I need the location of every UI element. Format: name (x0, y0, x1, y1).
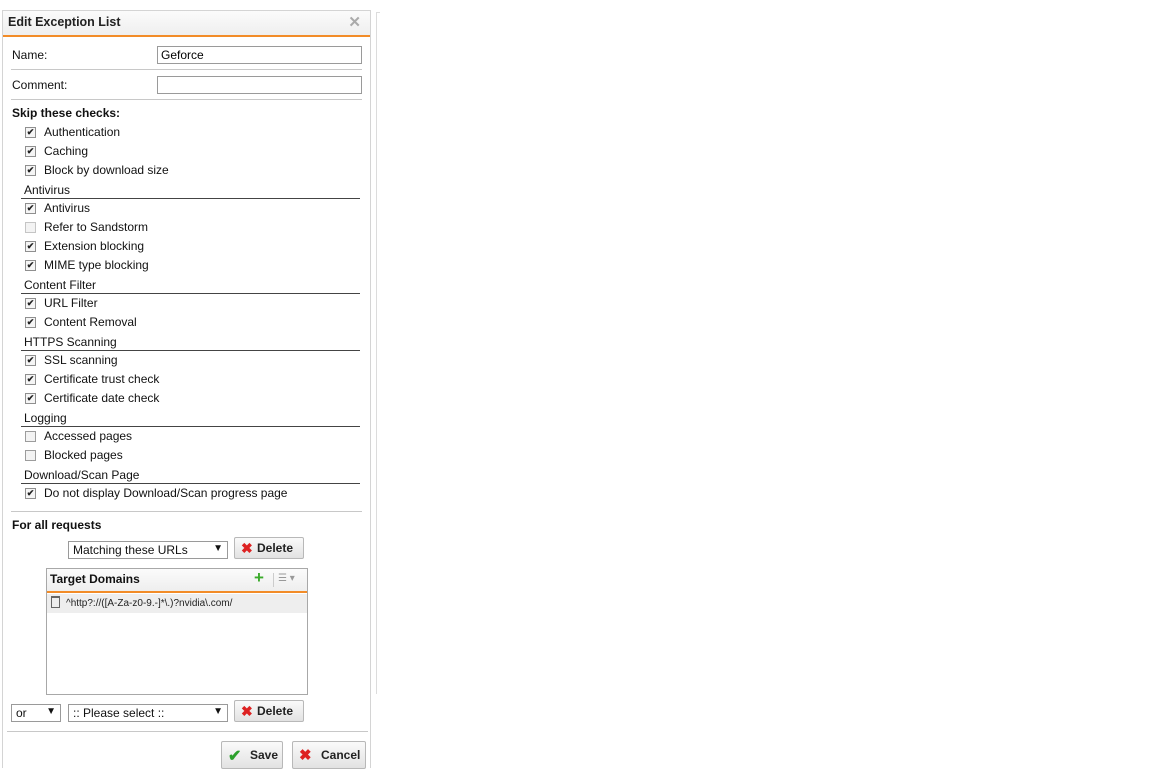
dialog-titlebar: Edit Exception List ✕ (3, 11, 370, 37)
group-header-download-scan-page: Download/Scan Page (21, 468, 360, 484)
checkbox-mime-type-blocking[interactable]: ✔ (25, 260, 36, 271)
checkbox-accessed-pages[interactable] (25, 431, 36, 442)
checkbox-label: Extension blocking (44, 239, 145, 253)
target-domains-title: Target Domains (50, 572, 140, 586)
divider (11, 99, 362, 100)
for-all-requests-title: For all requests (12, 518, 102, 532)
checkbox-label: Authentication (44, 125, 121, 139)
target-domains-header: Target Domains + ☰ ▾ (47, 568, 307, 593)
checkbox-certificate-date-check[interactable]: ✔ (25, 393, 36, 404)
checkbox-label: Certificate date check (44, 391, 160, 405)
connector-select[interactable]: or ▼ (11, 704, 61, 722)
checkbox-label: Block by download size (44, 163, 169, 177)
select-value: :: Please select :: (73, 706, 165, 720)
checkbox-ssl-scanning[interactable]: ✔ (25, 355, 36, 366)
checkbox-caching[interactable]: ✔ (25, 146, 36, 157)
group-header-logging: Logging (21, 411, 360, 427)
condition-select-2[interactable]: :: Please select :: ▼ (68, 704, 228, 722)
dropdown-arrow-icon: ▼ (46, 706, 56, 717)
check-icon: ✔ (228, 748, 242, 765)
group-title: Antivirus (24, 183, 71, 197)
edit-exception-dialog: Edit Exception List ✕ Name: Comment: Ski… (2, 10, 371, 769)
add-plus-icon[interactable]: + (254, 568, 264, 588)
side-divider-tick (376, 12, 380, 13)
group-title: Download/Scan Page (24, 468, 140, 482)
checkbox-label: URL Filter (44, 296, 98, 310)
list-menu-icon[interactable]: ☰ ▾ (278, 573, 295, 584)
group-header-antivirus: Antivirus (21, 183, 360, 199)
checkbox-label: Blocked pages (44, 448, 123, 462)
checkbox-label: Certificate trust check (44, 372, 160, 386)
group-header-content-filter: Content Filter (21, 278, 360, 294)
checkbox-url-filter[interactable]: ✔ (25, 298, 36, 309)
checkbox-label: Caching (44, 144, 89, 158)
checkbox-antivirus[interactable]: ✔ (25, 203, 36, 214)
checkbox-label: MIME type blocking (44, 258, 149, 272)
checkbox-blocked-pages[interactable] (25, 450, 36, 461)
checkbox-label: Content Removal (44, 315, 137, 329)
select-value: Matching these URLs (73, 543, 188, 557)
checkbox-label: Do not display Download/Scan progress pa… (44, 486, 288, 500)
checkbox-label: Antivirus (44, 201, 91, 215)
checkbox-label: SSL scanning (44, 353, 118, 367)
checkbox-label: Accessed pages (44, 429, 133, 443)
delete-condition-button-2[interactable]: ✖ Delete (234, 700, 304, 722)
group-header-https-scanning: HTTPS Scanning (21, 335, 360, 351)
checkbox-no-download-progress-page[interactable]: ✔ (25, 488, 36, 499)
divider (11, 69, 362, 70)
comment-label: Comment: (12, 78, 68, 92)
domain-pattern: ^http?://([A-Za-z0-9.-]*\.)?nvidia\.com/ (66, 598, 233, 609)
dropdown-arrow-icon: ▼ (213, 706, 223, 717)
side-divider (376, 12, 377, 694)
delete-condition-button-1[interactable]: ✖ Delete (234, 537, 304, 559)
cancel-x-icon: ✖ (299, 747, 312, 764)
checkbox-certificate-trust-check[interactable]: ✔ (25, 374, 36, 385)
divider (7, 731, 368, 732)
list-item[interactable]: ^http?://([A-Za-z0-9.-]*\.)?nvidia\.com/ (47, 594, 307, 613)
checkbox-block-by-download-size[interactable]: ✔ (25, 165, 36, 176)
dialog-title: Edit Exception List (8, 15, 121, 29)
skip-checks-title: Skip these checks: (12, 106, 121, 120)
checkbox-extension-blocking[interactable]: ✔ (25, 241, 36, 252)
button-label: Delete (257, 704, 294, 718)
group-title: HTTPS Scanning (24, 335, 117, 349)
checkbox-label: Refer to Sandstorm (44, 220, 149, 234)
save-button[interactable]: ✔ Save (221, 741, 283, 769)
button-label: Delete (257, 541, 294, 555)
trash-icon[interactable] (51, 596, 60, 608)
divider (11, 511, 362, 512)
name-field[interactable] (157, 46, 362, 64)
dropdown-arrow-icon: ▼ (213, 543, 223, 554)
toolbar-separator (273, 573, 274, 587)
delete-x-icon: ✖ (241, 540, 253, 556)
button-label: Cancel (321, 748, 361, 762)
checkbox-authentication[interactable]: ✔ (25, 127, 36, 138)
delete-x-icon: ✖ (241, 703, 253, 719)
checkbox-refer-to-sandstorm[interactable] (25, 222, 36, 233)
checkbox-content-removal[interactable]: ✔ (25, 317, 36, 328)
button-label: Save (250, 748, 279, 762)
group-title: Content Filter (24, 278, 97, 292)
close-icon[interactable]: ✕ (348, 13, 361, 31)
target-domains-panel: Target Domains + ☰ ▾ ^http?://([A-Za-z0-… (46, 568, 308, 695)
comment-field[interactable] (157, 76, 362, 94)
cancel-button[interactable]: ✖ Cancel (292, 741, 366, 769)
group-title: Logging (24, 411, 67, 425)
name-label: Name: (12, 48, 48, 62)
select-value: or (16, 706, 27, 720)
condition-select-1[interactable]: Matching these URLs ▼ (68, 541, 228, 559)
